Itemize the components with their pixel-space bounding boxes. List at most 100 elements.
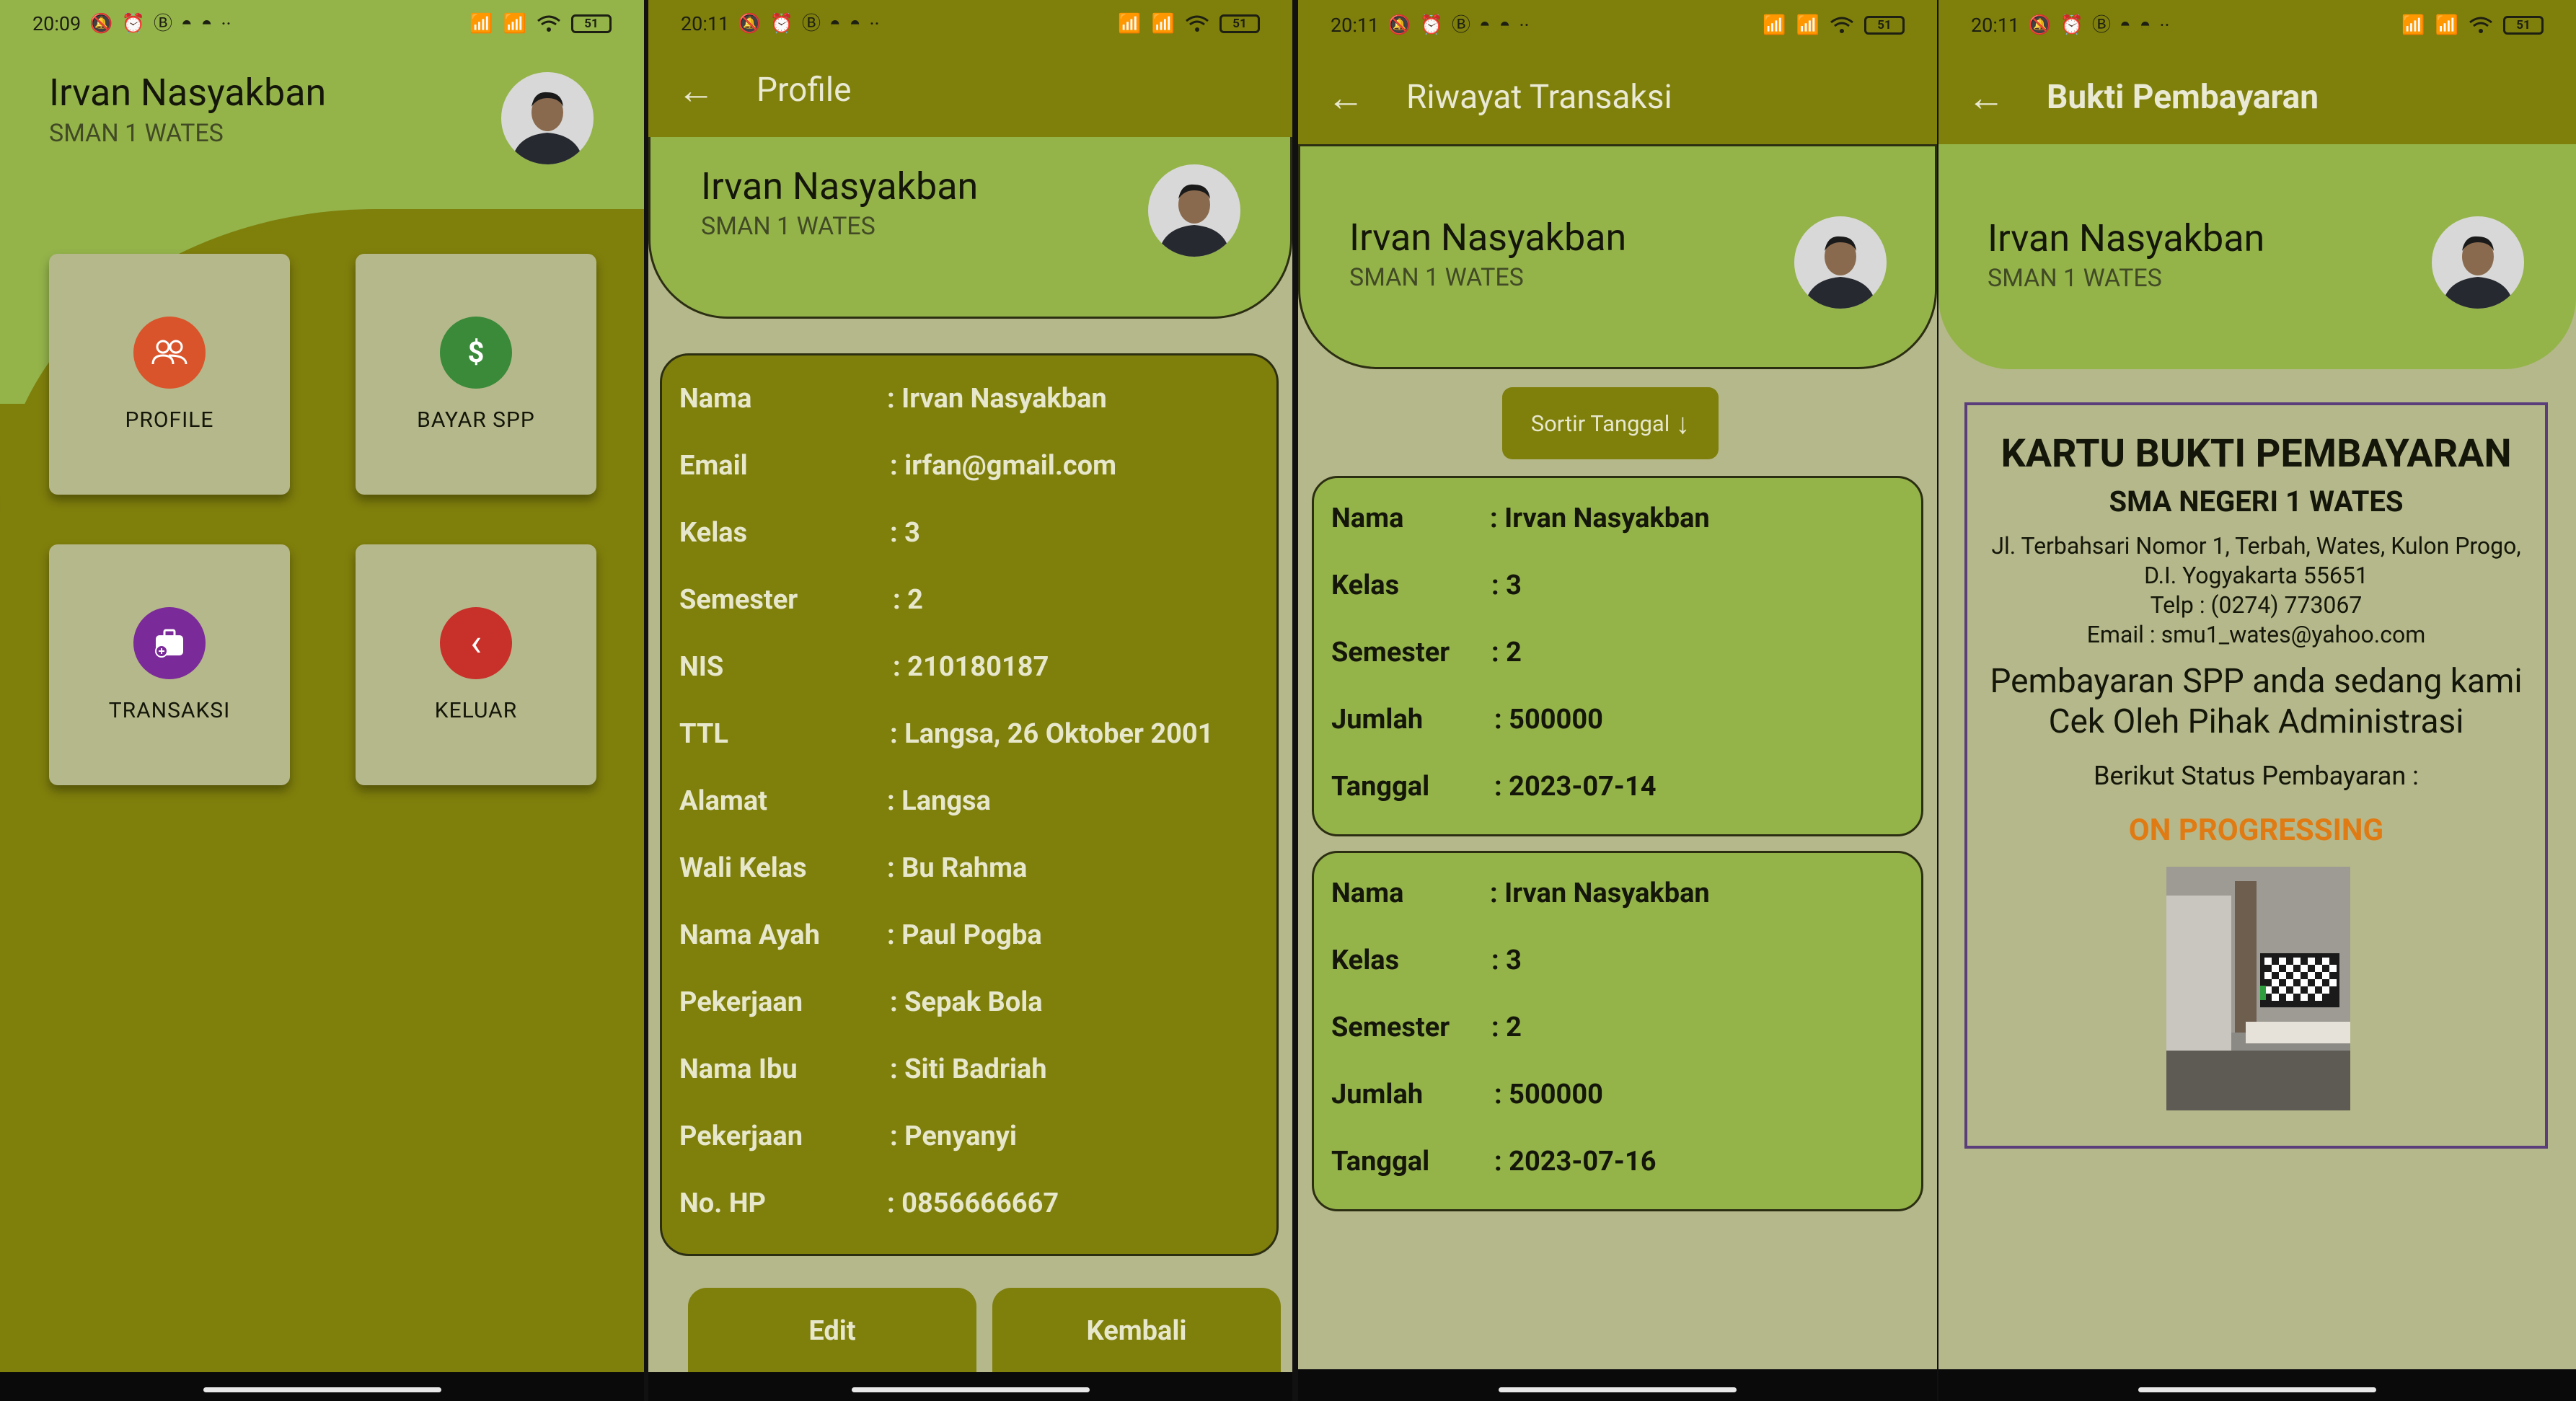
battery-icon: 51 — [571, 14, 612, 33]
profile-details-box: Nama: Irvan Nasyakban Email: irfan@gmail… — [660, 353, 1279, 1256]
back-arrow-icon[interactable]: ← — [1327, 76, 1370, 120]
field-alamat: Alamat: Langsa — [679, 785, 991, 817]
more-icon: ·· — [2159, 14, 2170, 37]
avatar — [1794, 216, 1887, 309]
avatar — [2432, 216, 2524, 309]
home-handle[interactable] — [2138, 1387, 2376, 1392]
receipt-heading: KARTU BUKTI PEMBAYARAN — [2001, 431, 2512, 477]
alarm-icon: ⏰ — [769, 13, 793, 35]
receipt-school: SMA NEGERI 1 WATES — [2109, 485, 2404, 518]
menu-bayar-spp-card[interactable]: $ BAYAR SPP — [356, 254, 596, 495]
field-pekerjaan-ayah: Pekerjaan: Sepak Bola — [679, 986, 1043, 1018]
status-label: Berikut Status Pembayaran : — [2094, 761, 2419, 791]
user-name: Irvan Nasyakban — [49, 71, 327, 115]
tx-tanggal: Tanggal: 2023-07-16 — [1331, 1146, 1657, 1177]
battery-icon: 51 — [2503, 16, 2544, 35]
b-icon: Ⓑ — [154, 13, 173, 35]
menu-keluar-label: KELUAR — [434, 697, 518, 723]
field-email: Email: irfan@gmail.com — [679, 450, 1117, 482]
user-school: SMAN 1 WATES — [1349, 263, 1524, 292]
nav-bar — [1938, 1369, 2576, 1401]
menu-profile-label: PROFILE — [125, 407, 214, 433]
b-icon: Ⓑ — [2092, 14, 2112, 36]
user-school: SMAN 1 WATES — [701, 212, 875, 241]
tx-kelas: Kelas: 3 — [1331, 945, 1522, 976]
field-nama: Nama: Irvan Nasyakban — [679, 383, 1107, 415]
app-icon: ◓ — [2120, 14, 2131, 36]
sort-date-button[interactable]: Sortir Tanggal ↓ — [1502, 387, 1719, 459]
page-title: Profile — [757, 71, 852, 110]
menu-transaksi-label: TRANSAKSI — [108, 697, 231, 723]
wifi-icon — [2469, 16, 2493, 35]
app-icon: ◓ — [181, 13, 193, 35]
field-no-hp: No. HP: 0856666667 — [679, 1188, 1059, 1219]
signal-icon: 📶 — [2435, 14, 2458, 36]
clock: 20:11 — [681, 12, 730, 35]
profile-header-card: Irvan Nasyakban SMAN 1 WATES — [648, 137, 1292, 319]
app-icon: ◓ — [2139, 14, 2151, 36]
app-icon: ◓ — [200, 13, 213, 35]
user-school: SMAN 1 WATES — [1988, 264, 2162, 293]
home-handle[interactable] — [1499, 1387, 1737, 1392]
alarm-icon: ⏰ — [2060, 14, 2083, 36]
tx-tanggal: Tanggal: 2023-07-14 — [1331, 771, 1657, 803]
user-school: SMAN 1 WATES — [49, 119, 224, 148]
signal-icon: 📶 — [469, 13, 493, 35]
home-handle[interactable] — [203, 1387, 441, 1392]
battery-icon: 51 — [1219, 14, 1260, 33]
mute-icon: 🔕 — [738, 13, 762, 35]
payment-proof-image[interactable] — [2166, 867, 2350, 1110]
avatar — [1148, 164, 1240, 257]
edit-button[interactable]: Edit — [688, 1288, 976, 1374]
field-wali-kelas: Wali Kelas: Bu Rahma — [679, 852, 1028, 884]
nav-bar — [0, 1372, 644, 1401]
tx-kelas: Kelas: 3 — [1331, 570, 1522, 601]
app-icon: ◓ — [849, 13, 861, 35]
signal-icon: 📶 — [503, 13, 526, 35]
b-icon: Ⓑ — [802, 13, 821, 35]
clock: 20:11 — [1971, 14, 2020, 37]
status-bar: 20:11 🔕 ⏰ Ⓑ ◓ ◓ ·· 📶 📶 51 — [1938, 0, 2576, 50]
history-screen: 20:11 🔕 ⏰ Ⓑ ◓ ◓ ·· 📶 📶 51 ← Riwayat Tran… — [1298, 0, 1937, 1401]
back-arrow-icon[interactable]: ← — [1967, 76, 2011, 120]
wifi-icon — [537, 14, 561, 33]
nav-bar — [1298, 1369, 1937, 1401]
status-bar: 20:11 🔕 ⏰ Ⓑ ◓ ◓ ·· 📶 📶 51 — [648, 0, 1292, 48]
alarm-icon: ⏰ — [1419, 14, 1443, 36]
clock: 20:09 — [32, 12, 81, 35]
arrow-down-icon: ↓ — [1675, 406, 1690, 441]
avatar[interactable] — [501, 72, 594, 164]
page-title: Bukti Pembayaran — [2047, 78, 2319, 117]
profile-header-card: Irvan Nasyakban SMAN 1 WATES — [1938, 144, 2576, 369]
sort-label: Sortir Tanggal — [1530, 410, 1670, 437]
menu-transaksi-card[interactable]: TRANSAKSI — [49, 544, 290, 785]
app-bar: ← Bukti Pembayaran — [1938, 50, 2576, 144]
field-semester: Semester: 2 — [679, 584, 923, 616]
status-bar: 20:09 🔕 ⏰ Ⓑ ◓ ◓ ·· 📶 📶 51 — [0, 0, 644, 48]
signal-icon: 📶 — [1151, 13, 1175, 35]
app-icon: ◓ — [829, 13, 841, 35]
user-name: Irvan Nasyakban — [1988, 216, 2265, 260]
signal-icon: 📶 — [1796, 14, 1819, 36]
clock: 20:11 — [1331, 14, 1380, 37]
alarm-icon: ⏰ — [121, 13, 145, 35]
transaction-card[interactable]: Nama: Irvan Nasyakban Kelas: 3 Semester:… — [1312, 851, 1923, 1211]
dashboard-screen: 20:09 🔕 ⏰ Ⓑ ◓ ◓ ·· 📶 📶 51 Irvan Nasyakba… — [0, 0, 644, 1401]
more-icon: ·· — [1519, 14, 1530, 37]
receipt-screen: 20:11 🔕 ⏰ Ⓑ ◓ ◓ ·· 📶 📶 51 ← Bukti Pembay… — [1938, 0, 2576, 1401]
mute-icon: 🔕 — [1388, 14, 1411, 36]
field-kelas: Kelas: 3 — [679, 517, 920, 549]
app-icon: ◓ — [1479, 14, 1491, 36]
menu-keluar-card[interactable]: ‹ KELUAR — [356, 544, 596, 785]
transaction-card[interactable]: Nama: Irvan Nasyakban Kelas: 3 Semester:… — [1312, 476, 1923, 836]
people-icon — [133, 316, 206, 389]
signal-icon: 📶 — [2401, 14, 2425, 36]
home-handle[interactable] — [851, 1387, 1090, 1392]
user-name: Irvan Nasyakban — [701, 164, 979, 208]
back-button[interactable]: Kembali — [992, 1288, 1281, 1374]
signal-icon: 📶 — [1118, 13, 1142, 35]
menu-profile-card[interactable]: PROFILE — [49, 254, 290, 495]
back-arrow-icon[interactable]: ← — [677, 68, 720, 112]
profile-header-card: Irvan Nasyakban SMAN 1 WATES — [1298, 144, 1937, 369]
tx-nama: Nama: Irvan Nasyakban — [1331, 503, 1710, 534]
